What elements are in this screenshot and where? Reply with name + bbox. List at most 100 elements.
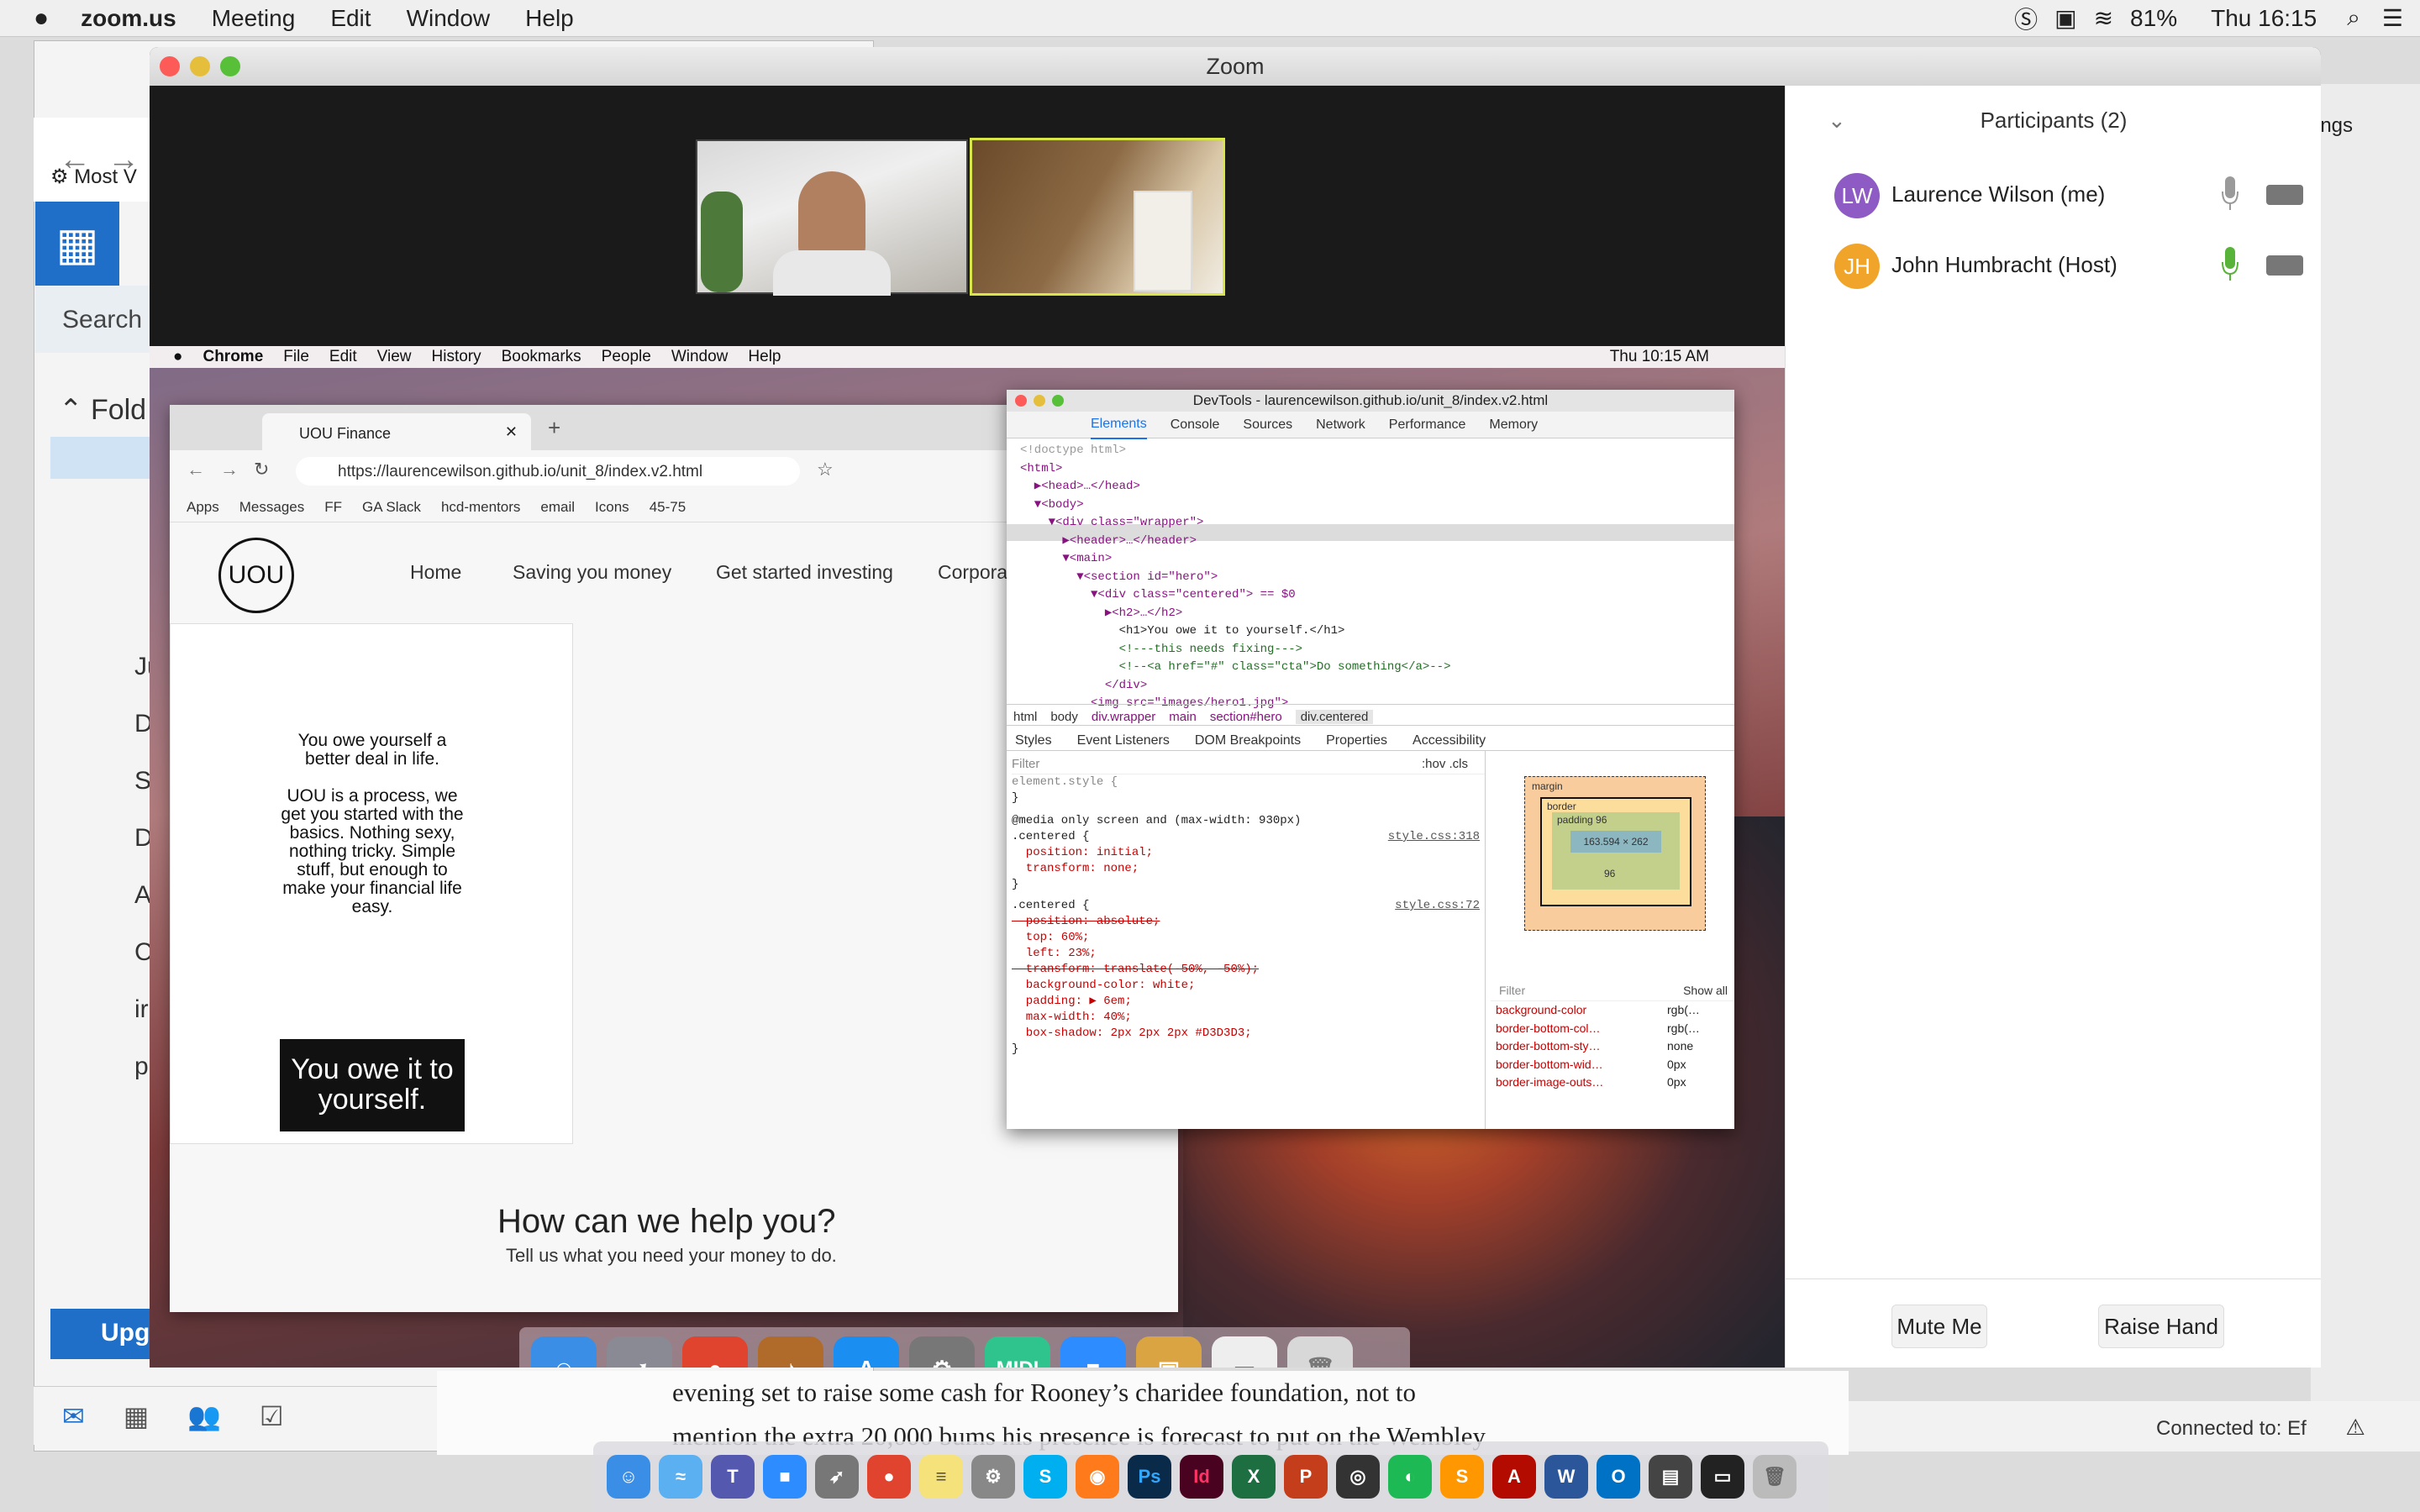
subtab-dom-breakpoints[interactable]: DOM Breakpoints: [1195, 733, 1301, 748]
app-launcher-grid-icon[interactable]: ▦: [35, 202, 119, 286]
tab-elements[interactable]: Elements: [1091, 411, 1147, 439]
excel-icon[interactable]: X: [1232, 1455, 1276, 1499]
participant-row[interactable]: LW Laurence Wilson (me): [1786, 161, 2321, 232]
most-visited-bookmark[interactable]: ⚙ Most V: [50, 165, 137, 189]
styles-filter-input[interactable]: Filter: [1012, 756, 1422, 772]
teams-icon[interactable]: T: [711, 1455, 755, 1499]
nav-home[interactable]: Home: [410, 561, 461, 584]
crumb[interactable]: div.wrapper: [1092, 710, 1155, 724]
dom-line[interactable]: <html>: [1020, 460, 1734, 479]
computed-row[interactable]: border-bottom-wid… 0px: [1491, 1056, 1734, 1074]
style-source-link[interactable]: style.css:72: [1395, 898, 1480, 914]
menu-meeting[interactable]: Meeting: [212, 5, 296, 32]
style-line[interactable]: box-shadow: 2px 2px 2px #D3D3D3;: [1012, 1026, 1485, 1042]
uou-logo[interactable]: UOU: [218, 538, 294, 613]
video-laurence[interactable]: [696, 139, 968, 296]
terminal-icon[interactable]: ▭: [1701, 1455, 1744, 1499]
app-menu[interactable]: zoom.us: [81, 5, 176, 32]
word-icon[interactable]: W: [1544, 1455, 1588, 1499]
address-bar[interactable]: https://laurencewilson.github.io/unit_8/…: [296, 457, 800, 486]
acrobat-icon[interactable]: A: [1492, 1455, 1536, 1499]
crumb[interactable]: html: [1013, 710, 1037, 724]
zoom-button[interactable]: [220, 56, 240, 76]
dom-line[interactable]: ▼<body>: [1020, 496, 1734, 515]
cta-block[interactable]: You owe it to yourself.: [280, 1039, 465, 1131]
tab-performance[interactable]: Performance: [1389, 412, 1466, 438]
dom-line-selected[interactable]: ▼<div class="centered"> == $0: [1020, 586, 1734, 605]
style-line[interactable]: transform: none;: [1012, 861, 1485, 877]
skype-icon[interactable]: S: [1023, 1455, 1067, 1499]
people-icon[interactable]: 👥: [187, 1400, 221, 1432]
style-line[interactable]: background-color: white;: [1012, 978, 1485, 994]
tab-sources[interactable]: Sources: [1243, 412, 1292, 438]
outlook-icon[interactable]: O: [1597, 1455, 1640, 1499]
crumb-selected[interactable]: div.centered: [1295, 709, 1374, 724]
computed-row[interactable]: border-image-outs… 0px: [1491, 1074, 1734, 1092]
subtab-accessibility[interactable]: Accessibility: [1413, 733, 1486, 748]
crumb[interactable]: main: [1169, 710, 1197, 724]
github-icon[interactable]: ◎: [1336, 1455, 1380, 1499]
apple-icon[interactable]: ●: [34, 4, 49, 33]
trash-icon[interactable]: 🗑: [1753, 1455, 1797, 1499]
finder-icon[interactable]: ☺: [607, 1455, 650, 1499]
bookmark-email[interactable]: email: [540, 499, 575, 516]
calendar-icon[interactable]: ▦: [124, 1400, 149, 1432]
style-line[interactable]: transform: translate(-50%, -50%);: [1012, 962, 1485, 978]
back-icon[interactable]: ←: [187, 459, 205, 480]
menu-help[interactable]: Help: [525, 5, 574, 32]
style-source-link[interactable]: style.css:318: [1388, 829, 1480, 845]
tab-console[interactable]: Console: [1171, 412, 1220, 438]
dom-line[interactable]: ▶<header>…</header>: [1020, 533, 1734, 551]
warning-icon[interactable]: ⚠: [2345, 1415, 2365, 1440]
style-line[interactable]: position: absolute;: [1012, 914, 1485, 930]
skype-status-icon[interactable]: Ⓢ: [2014, 2, 2038, 35]
microphone-icon[interactable]: [2221, 245, 2239, 282]
microphone-icon[interactable]: [2221, 175, 2239, 212]
nav-investing[interactable]: Get started investing: [716, 561, 893, 584]
forward-icon[interactable]: →: [220, 459, 239, 480]
computed-row[interactable]: border-bottom-sty… none: [1491, 1037, 1734, 1056]
bookmark-messages[interactable]: Messages: [239, 499, 304, 516]
hov-cls-toggles[interactable]: :hov .cls: [1422, 756, 1468, 772]
new-tab-icon[interactable]: +: [548, 415, 560, 441]
subtab-event-listeners[interactable]: Event Listeners: [1077, 733, 1170, 748]
zoom-app-icon[interactable]: ■: [763, 1455, 807, 1499]
participant-row[interactable]: JH John Humbracht (Host): [1786, 232, 2321, 302]
powerpoint-icon[interactable]: P: [1284, 1455, 1328, 1499]
mail-icon[interactable]: ✉: [62, 1400, 85, 1432]
tab-memory[interactable]: Memory: [1489, 412, 1538, 438]
wifi-icon[interactable]: ≋: [2094, 4, 2113, 32]
firefox-icon[interactable]: ◉: [1076, 1455, 1119, 1499]
sublime-icon[interactable]: S: [1440, 1455, 1484, 1499]
dom-line[interactable]: ▼<div class="wrapper">: [1020, 514, 1734, 533]
video-camera-icon[interactable]: [2266, 255, 2303, 276]
style-line[interactable]: top: 60%;: [1012, 930, 1485, 946]
dom-line[interactable]: ▶<h2>…</h2>: [1020, 605, 1734, 623]
folders-header[interactable]: ⌃ Fold: [59, 393, 146, 427]
crumb[interactable]: section#hero: [1210, 710, 1282, 724]
nav-corporate[interactable]: Corpora: [938, 561, 1007, 584]
crumb[interactable]: body: [1050, 710, 1078, 724]
dom-line[interactable]: </div>: [1020, 677, 1734, 696]
tab-network[interactable]: Network: [1316, 412, 1365, 438]
video-john[interactable]: [970, 138, 1225, 296]
star-icon[interactable]: ☆: [817, 459, 834, 480]
mute-me-button[interactable]: Mute Me: [1891, 1305, 1987, 1348]
dom-line[interactable]: ▶<head>…</head>: [1020, 478, 1734, 496]
subtab-styles[interactable]: Styles: [1015, 733, 1052, 748]
close-button[interactable]: [160, 56, 180, 76]
photoshop-icon[interactable]: Ps: [1128, 1455, 1171, 1499]
bookmark-ff[interactable]: FF: [324, 499, 342, 516]
siri-icon[interactable]: ≈: [659, 1455, 702, 1499]
style-line[interactable]: left: 23%;: [1012, 946, 1485, 962]
dom-line[interactable]: <!--<a href="#" class="cta">Do something…: [1020, 659, 1734, 677]
reload-icon[interactable]: ↻: [254, 459, 269, 480]
dom-line[interactable]: <!---this needs fixing--->: [1020, 641, 1734, 659]
chrome-tab[interactable]: UOU Finance ✕: [262, 413, 531, 450]
minimize-button[interactable]: [190, 56, 210, 76]
subtab-properties[interactable]: Properties: [1326, 733, 1387, 748]
computed-row[interactable]: border-bottom-col… rgb(…: [1491, 1020, 1734, 1038]
indesign-icon[interactable]: Id: [1180, 1455, 1223, 1499]
style-line[interactable]: position: initial;: [1012, 845, 1485, 861]
tasks-icon[interactable]: ☑: [260, 1400, 284, 1432]
